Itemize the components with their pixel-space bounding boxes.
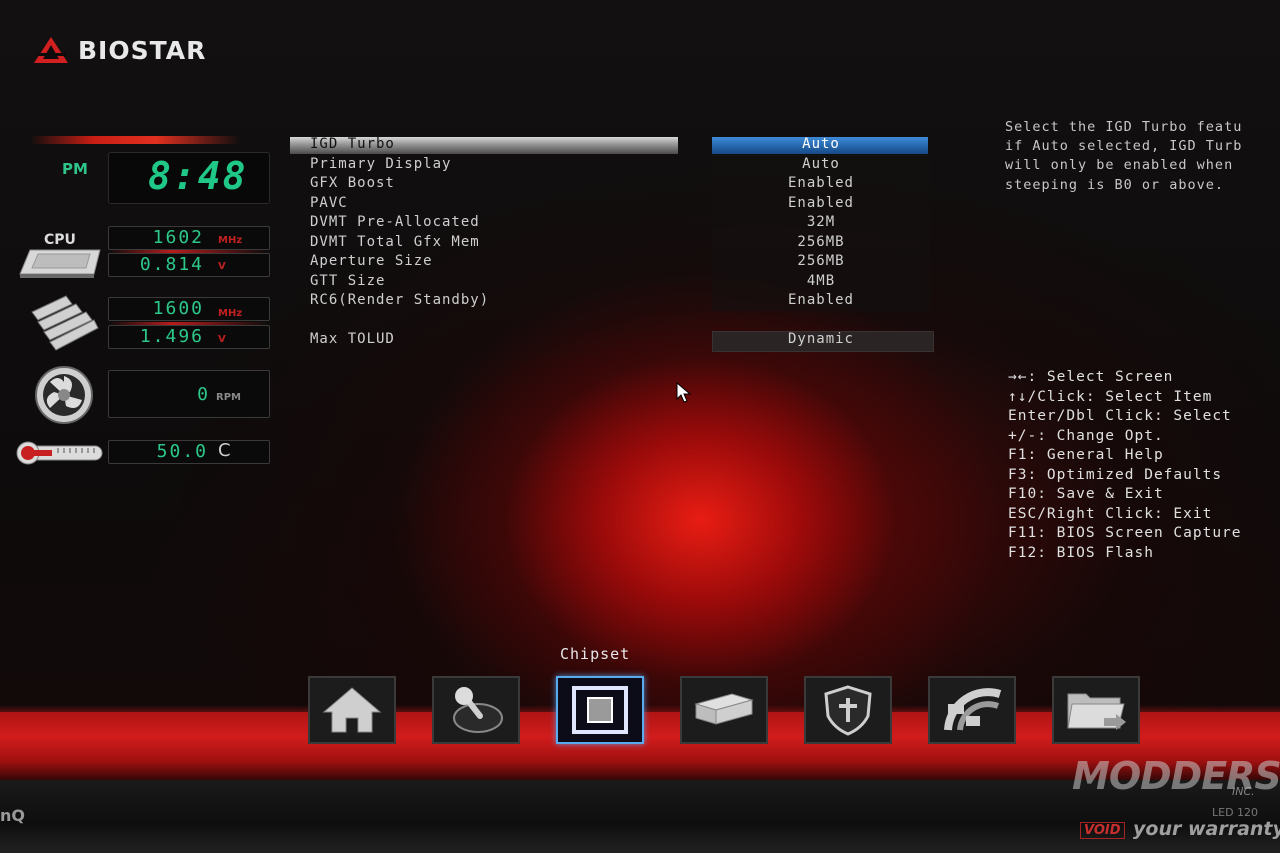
setting-value[interactable]: Auto: [712, 136, 930, 152]
setting-row-dvmt-pre-allocated[interactable]: DVMT Pre-Allocated 32M: [290, 214, 935, 234]
cpu-red-strip: [108, 250, 268, 253]
setting-row-aperture-size[interactable]: Aperture Size 256MB: [290, 253, 935, 273]
home-icon: [322, 687, 382, 733]
key-help-item: ESC/Right Click: Exit: [1008, 505, 1213, 522]
biostar-triangle-icon: [34, 37, 68, 63]
storage-icon: [694, 693, 754, 725]
setting-label: PAVC: [310, 194, 348, 211]
mouse-cursor-icon: [676, 382, 692, 403]
setting-row-primary-display[interactable]: Primary Display Auto: [290, 156, 935, 176]
help-description: Select the IGD Turbo featu if Auto selec…: [1005, 118, 1280, 195]
mem-volt-value: 1.496: [139, 326, 204, 347]
nav-advanced-button[interactable]: [432, 676, 520, 744]
mem-volt-unit: V: [218, 334, 226, 345]
cpu-volt-value: 0.814: [139, 254, 204, 275]
spacer-row: [290, 312, 935, 332]
clock-ampm: PM: [62, 160, 88, 178]
top-accent-bar: [30, 136, 240, 144]
brand-name: BIOSTAR: [78, 35, 207, 65]
help-description-line: Select the IGD Turbo featu: [1005, 119, 1243, 135]
setting-row-max-tolud[interactable]: Max TOLUD Dynamic: [290, 331, 935, 352]
gauge-icon: [944, 688, 1002, 731]
setting-value[interactable]: 4MB: [712, 273, 930, 289]
temp-unit: C: [218, 440, 231, 461]
key-help-item: F12: BIOS Flash: [1008, 544, 1154, 561]
watermark-inc: INC.: [1232, 785, 1255, 798]
nav-chipset-button[interactable]: [556, 676, 644, 744]
setting-label: GFX Boost: [310, 175, 395, 191]
setting-label: Aperture Size: [310, 253, 433, 269]
fan-speed-unit: RPM: [216, 392, 241, 403]
nav-home-button[interactable]: [308, 676, 396, 744]
nav-storage-button[interactable]: [680, 676, 768, 744]
mem-freq-unit: MHz: [218, 308, 243, 319]
key-help-item: Enter/Dbl Click: Select: [1008, 408, 1232, 424]
active-tab-label: Chipset: [560, 645, 631, 663]
nav-o-n-e-button[interactable]: [928, 676, 1016, 744]
key-help-item: +/-: Change Opt.: [1008, 427, 1164, 444]
setting-row-gtt-size[interactable]: GTT Size 4MB: [290, 273, 935, 293]
fan-icon: [35, 366, 93, 424]
setting-label: DVMT Pre-Allocated: [310, 214, 480, 230]
setting-value[interactable]: Auto: [712, 156, 930, 172]
memory-modules-icon: [31, 295, 99, 351]
fan-speed-value: 0: [197, 384, 210, 405]
setting-row-pavc[interactable]: PAVC Enabled: [290, 195, 935, 215]
bios-screen: BIOSTAR PM 8:48 CPU 1602 MHz 0.814 V 160…: [0, 0, 1280, 853]
setting-row-dvmt-total-gfx-mem[interactable]: DVMT Total Gfx Mem 256MB: [290, 234, 935, 254]
watermark-void: VOID: [1080, 822, 1125, 839]
folder-exit-icon: [1067, 693, 1126, 730]
nav-security-button[interactable]: [804, 676, 892, 744]
bezel-brand-text: nQ: [0, 806, 25, 825]
key-help-item: F3: Optimized Defaults: [1008, 466, 1223, 483]
chipset-settings-list: IGD Turbo Auto Primary Display Auto GFX …: [290, 136, 935, 352]
setting-value[interactable]: Dynamic: [712, 331, 930, 347]
help-description-line: if Auto selected, IGD Turb: [1005, 138, 1243, 155]
key-help-item: F10: Save & Exit: [1008, 486, 1164, 502]
biostar-logo: BIOSTAR: [32, 30, 206, 70]
nav-exit-button[interactable]: [1052, 676, 1140, 744]
setting-row-rc6-render-standby[interactable]: RC6(Render Standby) Enabled: [290, 292, 935, 312]
setting-value[interactable]: 256MB: [712, 253, 930, 269]
key-help-item: F1: General Help: [1008, 447, 1164, 463]
help-description-line: steeping is B0 or above.: [1005, 176, 1225, 193]
setting-label: RC6(Render Standby): [310, 292, 490, 308]
setting-value[interactable]: 256MB: [712, 234, 930, 250]
setting-label: Max TOLUD: [310, 331, 395, 347]
joystick-icon: [453, 687, 503, 733]
temp-value: 50.0: [156, 441, 208, 462]
chip-icon: [572, 686, 628, 734]
help-description-line: will only be enabled when: [1005, 157, 1234, 174]
cpu-freq-value: 1602: [152, 227, 204, 248]
cpu-chip-icon: [19, 249, 101, 278]
shield-icon: [824, 685, 872, 736]
setting-row-gfx-boost[interactable]: GFX Boost Enabled: [290, 175, 935, 195]
setting-value[interactable]: Enabled: [712, 292, 930, 308]
mem-red-strip: [108, 322, 268, 325]
key-help-item: F11: BIOS Screen Capture: [1008, 525, 1242, 541]
thermometer-icon: [16, 441, 103, 465]
setting-label: DVMT Total Gfx Mem: [310, 233, 480, 250]
setting-value[interactable]: Enabled: [712, 195, 930, 211]
cpu-volt-unit: V: [218, 261, 226, 272]
cpu-freq-unit: MHz: [218, 235, 243, 246]
mem-freq-value: 1600: [152, 298, 204, 319]
key-help-item: →←: Select Screen: [1008, 369, 1174, 385]
setting-value[interactable]: Enabled: [712, 175, 930, 191]
setting-label: Primary Display: [310, 155, 452, 172]
watermark-tagline: your warranty: [1133, 818, 1280, 840]
key-help-item: ↑↓/Click: Select Item: [1008, 388, 1213, 405]
setting-label: IGD Turbo: [310, 136, 395, 152]
setting-row-igd-turbo[interactable]: IGD Turbo Auto: [290, 136, 935, 156]
setting-value[interactable]: 32M: [712, 214, 930, 230]
clock-time: 8:48: [148, 154, 248, 198]
setting-label: GTT Size: [310, 272, 386, 289]
key-help-list: →←: Select Screen ↑↓/Click: Select Item …: [1008, 368, 1280, 563]
